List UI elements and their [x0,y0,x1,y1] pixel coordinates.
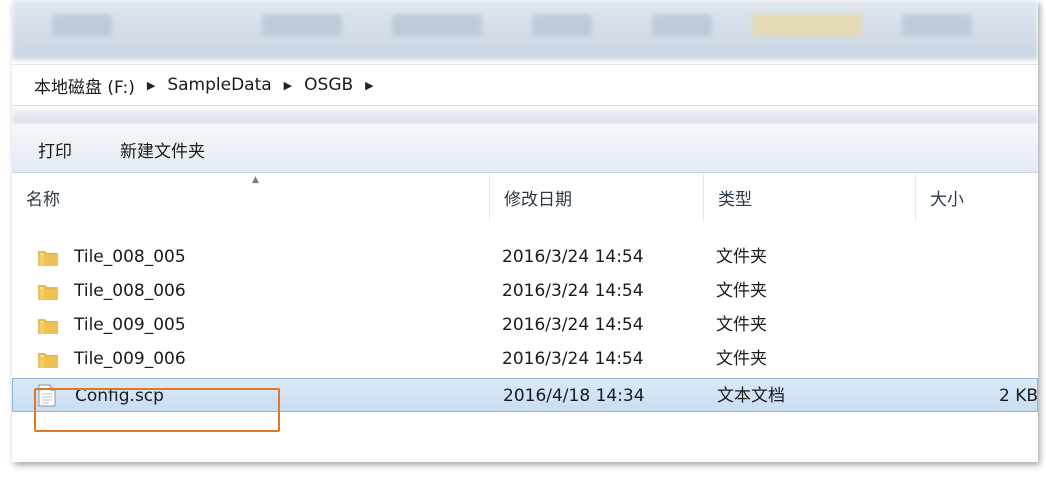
blurred-toolbar [12,0,1038,60]
file-type: 文件夹 [716,315,767,335]
column-size[interactable]: 大小 [916,173,1038,221]
breadcrumb[interactable]: 本地磁盘 (F:) ▶ SampleData ▶ OSGB ▶ [12,64,1038,106]
file-type: 文件夹 [716,349,767,369]
list-item[interactable]: Tile_008_005 2016/3/24 14:54 文件夹 [12,240,1038,274]
sort-ascending-icon: ▲ [252,175,259,185]
column-name[interactable]: 名称 ▲ [12,173,490,221]
breadcrumb-arrow-icon[interactable]: ▶ [139,79,163,92]
file-modified: 2016/3/24 14:54 [502,247,644,267]
folder-icon [38,353,58,368]
file-size: 2 KB [999,386,1038,406]
folder-icon [38,319,58,334]
blurred-separator [12,110,1038,124]
file-list: Tile_008_005 2016/3/24 14:54 文件夹 Tile_00… [12,240,1038,412]
column-type[interactable]: 类型 [704,173,916,221]
file-name: Tile_008_005 [74,247,186,267]
print-button[interactable]: 打印 [24,131,86,168]
list-item[interactable]: Tile_009_006 2016/3/24 14:54 文件夹 [12,342,1038,376]
breadcrumb-arrow-icon[interactable]: ▶ [357,79,381,92]
file-name: Tile_009_005 [74,315,186,335]
new-folder-button[interactable]: 新建文件夹 [106,131,219,168]
folder-icon [38,285,58,300]
file-modified: 2016/3/24 14:54 [502,315,644,335]
file-name: Tile_008_006 [74,281,186,301]
explorer-window: 本地磁盘 (F:) ▶ SampleData ▶ OSGB ▶ 打印 新建文件夹… [12,0,1038,462]
breadcrumb-sampledata[interactable]: SampleData [163,75,275,95]
column-size-label: 大小 [930,189,964,210]
file-name: Tile_009_006 [74,349,186,369]
column-name-label: 名称 [26,189,60,210]
column-modified[interactable]: 修改日期 [490,173,704,221]
highlight-box [34,388,280,432]
file-type: 文本文档 [717,386,785,406]
column-header: 名称 ▲ 修改日期 类型 大小 [12,173,1038,221]
column-modified-label: 修改日期 [504,189,572,210]
command-bar: 打印 新建文件夹 [12,126,1038,173]
file-type: 文件夹 [716,281,767,301]
folder-icon [38,251,58,266]
breadcrumb-osgb[interactable]: OSGB [300,75,357,95]
column-type-label: 类型 [718,189,752,210]
file-modified: 2016/3/24 14:54 [502,281,644,301]
list-item[interactable]: Tile_008_006 2016/3/24 14:54 文件夹 [12,274,1038,308]
file-modified: 2016/4/18 14:34 [503,386,645,406]
breadcrumb-drive[interactable]: 本地磁盘 (F:) [30,73,139,98]
list-item[interactable]: Tile_009_005 2016/3/24 14:54 文件夹 [12,308,1038,342]
file-modified: 2016/3/24 14:54 [502,349,644,369]
file-type: 文件夹 [716,247,767,267]
breadcrumb-arrow-icon[interactable]: ▶ [276,79,300,92]
